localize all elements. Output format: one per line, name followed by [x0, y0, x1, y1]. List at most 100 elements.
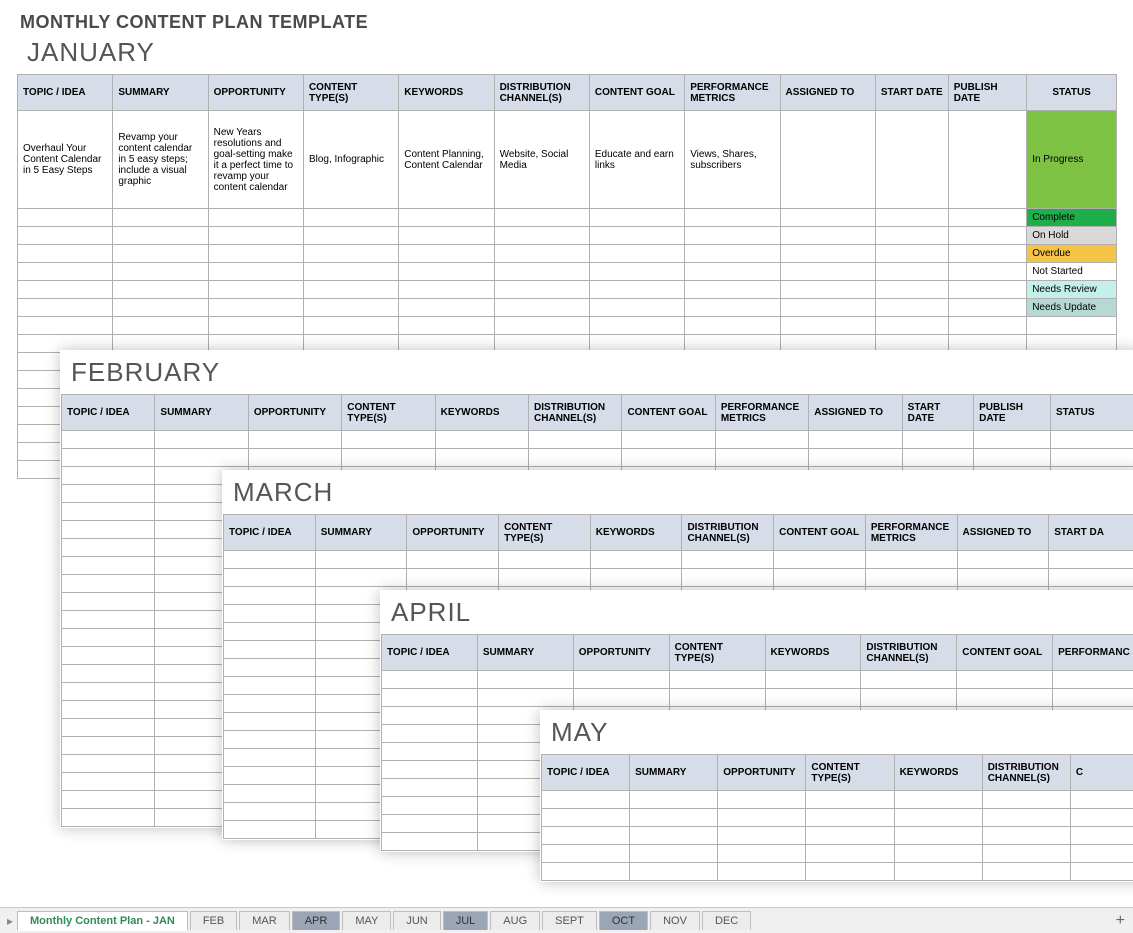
col-topic: TOPIC / IDEA	[224, 515, 316, 551]
col-opportunity: OPPORTUNITY	[573, 635, 669, 671]
col-publish: PUBLISH DATE	[948, 75, 1027, 111]
col-type: CONTENT TYPE(S)	[303, 75, 398, 111]
col-distribution: DISTRIBUTION CHANNEL(S)	[982, 755, 1070, 791]
col-assigned: ASSIGNED TO	[809, 395, 902, 431]
month-title-mar: MARCH	[223, 471, 1133, 514]
table-row[interactable]	[542, 845, 1133, 863]
tab-jan[interactable]: Monthly Content Plan - JAN	[17, 911, 188, 931]
col-metrics: PERFORMANCE METRICS	[685, 75, 780, 111]
cell-opportunity[interactable]: New Years resolutions and goal-setting m…	[208, 111, 303, 209]
tab-feb[interactable]: FEB	[190, 911, 237, 930]
col-topic: TOPIC / IDEA	[542, 755, 630, 791]
col-keywords: KEYWORDS	[894, 755, 982, 791]
cell-topic[interactable]: Overhaul Your Content Calendar in 5 Easy…	[18, 111, 113, 209]
table-row[interactable]	[224, 569, 1133, 587]
table-row[interactable]	[382, 671, 1133, 689]
table-row[interactable]: Needs Review	[18, 281, 1117, 299]
table-row[interactable]	[382, 689, 1133, 707]
table-row[interactable]	[542, 791, 1133, 809]
col-opportunity: OPPORTUNITY	[208, 75, 303, 111]
col-keywords: KEYWORDS	[399, 75, 494, 111]
month-title-jan: JANUARY	[17, 31, 1117, 74]
cell-type[interactable]: Blog, Infographic	[303, 111, 398, 209]
col-metrics: PERFORMANCE METRICS	[865, 515, 957, 551]
status-badge[interactable]: Needs Review	[1027, 281, 1117, 299]
col-goal: CONTENT GOAL	[622, 395, 715, 431]
col-assigned: ASSIGNED TO	[780, 75, 875, 111]
tab-jun[interactable]: JUN	[393, 911, 440, 930]
table-row[interactable]	[224, 551, 1133, 569]
cell-publish[interactable]	[948, 111, 1027, 209]
col-opportunity: OPPORTUNITY	[718, 755, 806, 791]
cell-distribution[interactable]: Website, Social Media	[494, 111, 589, 209]
triangle-right-icon[interactable]: ▸	[4, 915, 16, 927]
col-distribution: DISTRIBUTION CHANNEL(S)	[682, 515, 774, 551]
col-status: STATUS	[1051, 395, 1133, 431]
col-topic: TOPIC / IDEA	[62, 395, 155, 431]
table-row[interactable]: On Hold	[18, 227, 1117, 245]
table-row[interactable]: Overhaul Your Content Calendar in 5 Easy…	[18, 111, 1117, 209]
table-row[interactable]: Overdue	[18, 245, 1117, 263]
col-summary: SUMMARY	[155, 395, 248, 431]
status-badge[interactable]: Complete	[1027, 209, 1117, 227]
col-distribution: DISTRIBUTION CHANNEL(S)	[861, 635, 957, 671]
col-start: START DATE	[875, 75, 948, 111]
tab-nov[interactable]: NOV	[650, 911, 700, 930]
col-start: START DATE	[902, 395, 973, 431]
col-topic: TOPIC / IDEA	[18, 75, 113, 111]
cell-summary[interactable]: Revamp your content calendar in 5 easy s…	[113, 111, 208, 209]
table-row[interactable]: Not Started	[18, 263, 1117, 281]
col-startda: START DA	[1049, 515, 1133, 551]
sheet-tabs-bar: ▸ Monthly Content Plan - JAN FEB MAR APR…	[0, 907, 1133, 933]
status-badge[interactable]: Not Started	[1027, 263, 1117, 281]
table-row[interactable]: Complete	[18, 209, 1117, 227]
col-goal: CONTENT GOAL	[957, 635, 1053, 671]
col-publish: PUBLISH DATE	[974, 395, 1051, 431]
table-row[interactable]	[62, 431, 1133, 449]
status-badge[interactable]: On Hold	[1027, 227, 1117, 245]
tab-may[interactable]: MAY	[342, 911, 391, 930]
tab-oct[interactable]: OCT	[599, 911, 648, 930]
tab-sept[interactable]: SEPT	[542, 911, 597, 930]
col-keywords: KEYWORDS	[590, 515, 682, 551]
table-row[interactable]	[542, 827, 1133, 845]
table-row[interactable]	[18, 317, 1117, 335]
table-row[interactable]	[542, 863, 1133, 881]
col-goal: CONTENT GOAL	[774, 515, 866, 551]
cell-start[interactable]	[875, 111, 948, 209]
table-row[interactable]	[542, 809, 1133, 827]
col-opportunity: OPPORTUNITY	[248, 395, 341, 431]
col-opportunity: OPPORTUNITY	[407, 515, 499, 551]
tab-mar[interactable]: MAR	[239, 911, 289, 930]
plus-icon[interactable]: +	[1116, 912, 1125, 930]
col-distribution: DISTRIBUTION CHANNEL(S)	[529, 395, 622, 431]
col-type: CONTENT TYPE(S)	[342, 395, 435, 431]
cell-status[interactable]: In Progress	[1027, 111, 1117, 209]
col-keywords: KEYWORDS	[765, 635, 861, 671]
col-summary: SUMMARY	[630, 755, 718, 791]
table-row[interactable]: Needs Update	[18, 299, 1117, 317]
cell-metrics[interactable]: Views, Shares, subscribers	[685, 111, 780, 209]
cell-assigned[interactable]	[780, 111, 875, 209]
tab-aug[interactable]: AUG	[490, 911, 540, 930]
cell-goal[interactable]: Educate and earn links	[589, 111, 684, 209]
col-type: CONTENT TYPE(S)	[806, 755, 894, 791]
cell-keywords[interactable]: Content Planning, Content Calendar	[399, 111, 494, 209]
col-assigned: ASSIGNED TO	[957, 515, 1049, 551]
col-distribution: DISTRIBUTION CHANNEL(S)	[494, 75, 589, 111]
col-summary: SUMMARY	[315, 515, 407, 551]
col-summary: SUMMARY	[113, 75, 208, 111]
col-type: CONTENT TYPE(S)	[669, 635, 765, 671]
col-metrics: PERFORMANCE METRICS	[715, 395, 808, 431]
status-badge[interactable]: Needs Update	[1027, 299, 1117, 317]
table-row[interactable]	[62, 449, 1133, 467]
status-badge[interactable]: Overdue	[1027, 245, 1117, 263]
tab-jul[interactable]: JUL	[443, 911, 489, 930]
col-topic: TOPIC / IDEA	[382, 635, 478, 671]
month-title-feb: FEBRUARY	[61, 351, 1133, 394]
card-may: MAY TOPIC / IDEA SUMMARY OPPORTUNITY CON…	[540, 710, 1133, 882]
tab-dec[interactable]: DEC	[702, 911, 751, 930]
tab-apr[interactable]: APR	[292, 911, 341, 930]
col-c: C	[1070, 755, 1133, 791]
month-title-may: MAY	[541, 711, 1133, 754]
